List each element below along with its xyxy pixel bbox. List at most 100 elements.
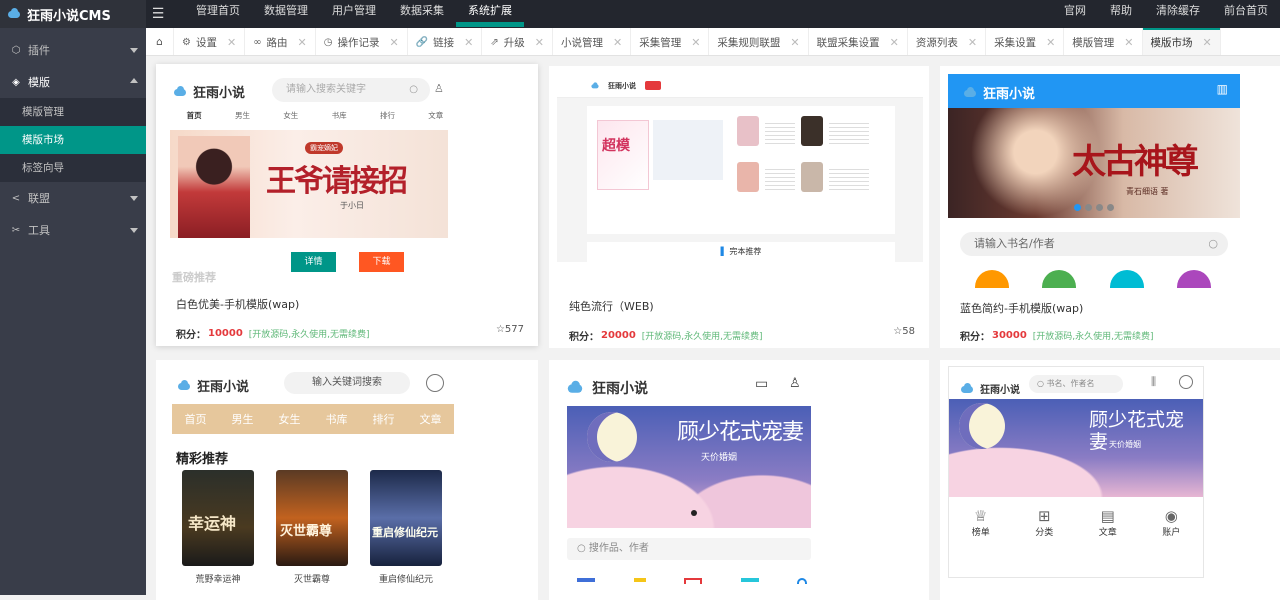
banner-title: 太古神尊 (1072, 142, 1199, 182)
template-card[interactable]: 狂雨小说 ○ 书名、作者名 ⫼ 顾少花式宠妻 天价婚姻 ♕ 榜单 ⊞ 分类 ▤ 文章 … (940, 360, 1280, 600)
book-cover (801, 116, 823, 146)
tab-home[interactable]: ⌂ (146, 28, 174, 55)
text-lines (829, 120, 869, 144)
grid-icon: ⊞ (1037, 507, 1051, 525)
license-note: [开放源码,永久使用,无需续费] (1032, 332, 1154, 342)
sidebar-group-templates[interactable]: ◈ 模版 (0, 66, 146, 98)
template-card[interactable]: 狂雨小说 请输入搜索关键字 ○ ♙ 首页 男生 女生 书库 排行 文章 霸宠嫡妃 王爷请接招… (156, 64, 538, 346)
tab-collect-settings[interactable]: 采集设置 ✕ (986, 28, 1065, 55)
cloud-logo-icon (959, 382, 975, 395)
close-icon[interactable]: ✕ (691, 36, 700, 49)
text-lines (765, 120, 795, 144)
sidebar-group-label: 联盟 (28, 192, 50, 205)
banner-tag: 霸宠嫡妃 (305, 142, 343, 154)
user-icon: ♙ (789, 376, 801, 391)
close-icon[interactable]: ✕ (790, 36, 799, 49)
link-help[interactable]: 帮助 (1098, 0, 1144, 28)
tab-collect-manage[interactable]: 采集管理 ✕ (631, 28, 710, 55)
preview-search: 请输入书名/作者 ○ (960, 232, 1228, 256)
tab-template-manage[interactable]: 模版管理 ✕ (1064, 28, 1143, 55)
icon-label: 分类 (1035, 528, 1054, 538)
topnav-extend[interactable]: 系统扩展 (456, 0, 524, 28)
sidebar-submenu: 模版管理 模版市场 标签向导 (0, 98, 146, 182)
folder-icon: ▭ (755, 376, 769, 392)
preview-nav-item: 书库 (331, 111, 347, 120)
home-icon: ⌂ (156, 36, 163, 48)
banner-subtitle: 天价婚姻 (701, 453, 738, 463)
close-icon[interactable]: ✕ (227, 36, 236, 49)
cover-title: 重启修仙纪元 (372, 526, 438, 539)
tab-route[interactable]: ∞ 路由 ✕ (245, 28, 316, 55)
star-count[interactable]: ☆58 (893, 326, 915, 337)
template-card[interactable]: 狂雨小说 输入关键词搜索 首页 男生 女生 书库 排行 文章 精彩推荐 幸运神 灭世霸尊 … (156, 360, 538, 600)
close-icon[interactable]: ✕ (535, 36, 544, 49)
close-icon[interactable]: ✕ (1046, 36, 1055, 49)
menu-toggle-icon[interactable]: ☰ (146, 0, 170, 28)
template-preview: 狂雨小说 ▭ ♙ 顾少花式宠妻 天价婚姻 ○ 搜作品、作者 (563, 366, 813, 596)
preview-brand-text: 狂雨小说 (197, 380, 250, 395)
sidebar-group-alliance[interactable]: < 联盟 (0, 182, 146, 214)
tab-collect-rules[interactable]: 采集规则联盟 ✕ (709, 28, 809, 55)
user-icon (1179, 375, 1193, 389)
search-icon: ○ (1208, 237, 1218, 250)
template-meta: 积分： 10000 [开放源码,永久使用,无需续费] (176, 326, 370, 341)
tab-label: 设置 (195, 36, 217, 49)
template-card[interactable]: 狂雨小说 ▭ ♙ 顾少花式宠妻 天价婚姻 ○ 搜作品、作者 (549, 360, 929, 600)
sidebar-item-tag-wizard[interactable]: 标签向导 (0, 154, 146, 182)
cloud-logo-icon (962, 86, 978, 99)
user-icon (426, 374, 444, 392)
preview-brand-text: 狂雨小说 (592, 381, 648, 397)
points-value: 30000 (992, 330, 1027, 341)
preview-brand: 狂雨小说 (962, 83, 1035, 102)
preview-search-placeholder: 书名、作者名 (1046, 379, 1095, 388)
sidebar-group-plugins[interactable]: ⬡ 插件 (0, 34, 146, 66)
tab-bar: ⌂ ⚙ 设置 ✕ ∞ 路由 ✕ ◷ 操作记录 ✕ 🔗 链接 ✕ ⇗ 升级 ✕ 小说管理 ✕ 采集管理 ✕… (146, 28, 1280, 56)
tab-links[interactable]: 🔗 链接 ✕ (408, 28, 483, 55)
sidebar-item-template-market[interactable]: 模版市场 (0, 126, 146, 154)
sidebar-item-template-manage[interactable]: 模版管理 (0, 98, 146, 126)
preview-brand: 狂雨小说 (176, 376, 249, 395)
tab-operation-log[interactable]: ◷ 操作记录 ✕ (316, 28, 408, 55)
download-button[interactable]: 下载 (359, 252, 404, 272)
top-bar: 狂雨小说CMS ☰ 管理首页 数据管理 用户管理 数据采集 系统扩展 官网 帮助… (0, 0, 1280, 28)
tab-template-market[interactable]: 模版市场 ✕ (1142, 28, 1221, 55)
star-count[interactable]: ☆577 (496, 324, 524, 335)
app-logo[interactable]: 狂雨小说CMS (0, 0, 146, 28)
topnav-users[interactable]: 用户管理 (320, 0, 388, 28)
sidebar: ⬡ 插件 ◈ 模版 模版管理 模版市场 标签向导 < 联盟 ✂ 工具 (0, 28, 146, 595)
link-frontend[interactable]: 前台首页 (1212, 0, 1280, 28)
template-card[interactable]: 狂雨小说 超模 ▌ 完本推荐 纯色流行（WEB) 积分： 20000 [开放源码,永… (549, 66, 929, 348)
close-icon[interactable]: ✕ (298, 36, 307, 49)
close-icon[interactable]: ✕ (890, 36, 899, 49)
preview-nav-item: 文章 (428, 111, 444, 120)
detail-button[interactable]: 详情 (291, 252, 336, 272)
points-label: 积分： (960, 332, 990, 343)
preview-content: 超模 (587, 106, 895, 234)
topnav-data[interactable]: 数据管理 (252, 0, 320, 28)
cloud-logo-icon (172, 85, 188, 98)
close-icon[interactable]: ✕ (1203, 36, 1212, 49)
tab-label: 资源列表 (915, 36, 958, 49)
close-icon[interactable]: ✕ (968, 36, 977, 49)
book-cover (737, 116, 759, 146)
close-icon[interactable]: ✕ (389, 36, 398, 49)
tab-resources[interactable]: 资源列表 ✕ (908, 28, 987, 55)
preview-nav-item: 书库 (325, 413, 348, 426)
preview-header: 狂雨小说 (557, 74, 923, 98)
template-card[interactable]: 狂雨小说 ▥ 太古神尊 青石细语 著 请输入书名/作者 ○ 蓝色简约-手机模版(w… (940, 66, 1280, 348)
link-official[interactable]: 官网 (1052, 0, 1098, 28)
topnav-collect[interactable]: 数据采集 (388, 0, 456, 28)
icon-label: 文章 (1098, 528, 1117, 538)
close-icon[interactable]: ✕ (1124, 36, 1133, 49)
link-clear-cache[interactable]: 清除缓存 (1144, 0, 1212, 28)
close-icon[interactable]: ✕ (613, 36, 622, 49)
topnav-home[interactable]: 管理首页 (184, 0, 252, 28)
close-icon[interactable]: ✕ (464, 36, 473, 49)
tab-alliance-settings[interactable]: 联盟采集设置 ✕ (809, 28, 908, 55)
tab-settings[interactable]: ⚙ 设置 ✕ (174, 28, 246, 55)
preview-banner: 太古神尊 青石细语 著 (948, 108, 1240, 218)
tab-upgrade[interactable]: ⇗ 升级 ✕ (482, 28, 553, 55)
tab-novel-manage[interactable]: 小说管理 ✕ (553, 28, 632, 55)
gear-icon: ⚙ (182, 36, 191, 48)
sidebar-group-tools[interactable]: ✂ 工具 (0, 214, 146, 246)
